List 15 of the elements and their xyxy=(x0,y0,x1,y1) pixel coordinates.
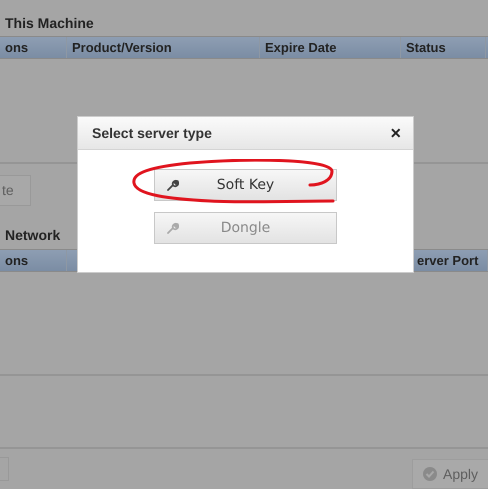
check-icon xyxy=(423,467,437,481)
wrench-icon xyxy=(167,179,179,191)
section-title: This Machine xyxy=(4,14,94,33)
column-header[interactable]: ons xyxy=(0,37,67,58)
column-header[interactable]: Expire Date xyxy=(260,37,401,58)
apply-button[interactable]: Apply xyxy=(412,459,488,489)
wrench-icon xyxy=(167,222,179,234)
column-header[interactable]: Status xyxy=(401,37,486,58)
section-title: Network xyxy=(4,226,60,244)
column-header[interactable]: Product/Version xyxy=(67,37,260,58)
column-header[interactable]: ons xyxy=(0,250,67,272)
close-button[interactable]: × xyxy=(388,124,403,142)
dialog-title: Select server type xyxy=(92,125,212,141)
side-button[interactable]: te xyxy=(0,174,31,206)
server-type-button[interactable]: Soft Key xyxy=(154,169,337,201)
